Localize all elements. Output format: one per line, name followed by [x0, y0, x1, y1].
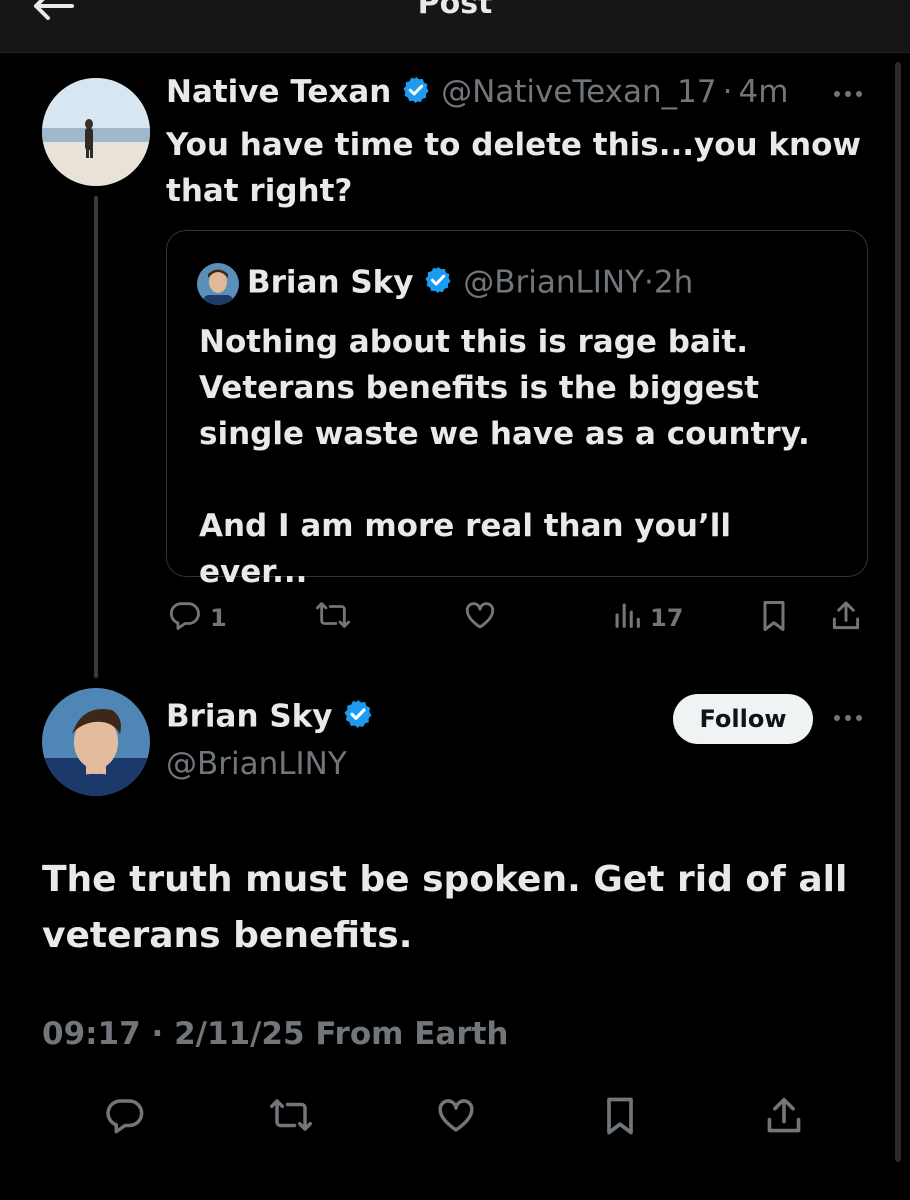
post-location: From Earth	[315, 1016, 509, 1052]
verified-icon	[342, 698, 374, 738]
reply-author-name[interactable]: Native Texan	[166, 74, 391, 110]
post-metadata: 09:17 · 2/11/25 From Earth	[42, 1016, 509, 1052]
like-icon	[434, 1094, 478, 1142]
post-time[interactable]: 09:17	[42, 1016, 141, 1052]
views-icon	[612, 598, 642, 638]
thread-connector-line	[94, 196, 98, 678]
follow-button[interactable]: Follow	[673, 694, 813, 744]
reply-author-avatar[interactable]	[42, 78, 150, 186]
reply-text: You have time to delete this...you know …	[166, 127, 862, 209]
repost-icon	[314, 598, 352, 638]
main-author-name[interactable]: Brian Sky	[166, 699, 332, 735]
reply-icon	[168, 598, 202, 638]
main-post-header: Brian Sky @BrianLINY	[166, 698, 374, 782]
reply-header: Native Texan @NativeTexan_17 · 4m	[166, 74, 788, 113]
reply-more-icon[interactable]	[832, 86, 864, 106]
quoted-author-avatar	[197, 263, 239, 305]
quoted-timestamp: 2h	[653, 264, 694, 301]
reply-timestamp[interactable]: 4m	[738, 74, 788, 110]
main-more-icon[interactable]	[832, 710, 864, 730]
reply-bookmark-button[interactable]	[758, 598, 790, 640]
like-icon	[462, 598, 498, 638]
main-reply-button[interactable]	[104, 1094, 146, 1142]
main-repost-button[interactable]	[268, 1094, 314, 1142]
quoted-post-card[interactable]: Brian Sky @BrianLINY·2h Nothing about th…	[166, 230, 868, 590]
reply-author-handle[interactable]: @NativeTexan_17	[441, 74, 717, 110]
reply-repost-button[interactable]	[314, 598, 352, 638]
quoted-author-handle: @BrianLINY	[463, 264, 645, 301]
scrollbar[interactable]	[895, 62, 901, 1162]
quoted-post-text: Nothing about this is rage bait. Veteran…	[199, 324, 810, 590]
post-date[interactable]: 2/11/25	[174, 1016, 305, 1052]
main-share-button[interactable]	[764, 1094, 804, 1144]
quoted-author-name: Brian Sky	[247, 264, 414, 301]
main-like-button[interactable]	[434, 1094, 478, 1142]
verified-icon	[401, 75, 431, 113]
quoted-post-header: Brian Sky @BrianLINY·2h	[197, 263, 693, 305]
repost-icon	[268, 1094, 314, 1142]
main-author-handle[interactable]: @BrianLINY	[166, 746, 374, 782]
reply-share-button[interactable]	[830, 598, 862, 640]
main-bookmark-button[interactable]	[600, 1094, 640, 1144]
reply-like-button[interactable]	[462, 598, 498, 638]
reply-views-button[interactable]: 17	[612, 598, 683, 638]
top-bar: Post	[0, 0, 910, 53]
reply-icon	[104, 1094, 146, 1142]
page-title: Post	[417, 0, 493, 21]
reply-count: 1	[210, 604, 227, 632]
bookmark-icon	[758, 598, 790, 640]
share-icon	[764, 1094, 804, 1144]
reply-reply-button[interactable]: 1	[168, 598, 227, 638]
share-icon	[830, 598, 862, 640]
bookmark-icon	[600, 1094, 640, 1144]
main-author-avatar[interactable]	[42, 688, 150, 796]
main-post-text: The truth must be spoken. Get rid of all…	[42, 859, 848, 956]
views-count: 17	[650, 604, 684, 632]
verified-icon	[423, 265, 453, 303]
